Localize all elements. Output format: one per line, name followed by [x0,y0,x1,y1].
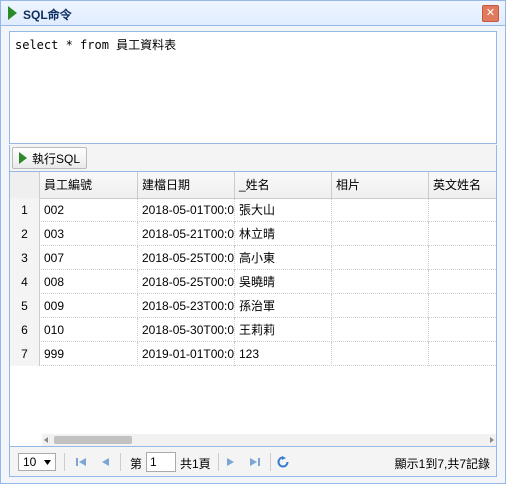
page-prefix: 第 [130,457,143,471]
window-titlebar[interactable]: SQL命令 ✕ [1,1,505,26]
table-cell[interactable] [429,318,496,342]
table-cell[interactable]: 2018-05-25T00:00:0 [138,246,235,270]
table-cell[interactable]: 2018-05-30T00:00:0 [138,318,235,342]
pager-divider [120,453,121,471]
table-cell[interactable]: 張大山 [235,198,332,222]
table-cell[interactable]: 002 [40,198,138,222]
table-cell[interactable]: 2019-01-01T00:00:0 [138,342,235,366]
table-cell[interactable] [332,270,429,294]
table-cell[interactable]: 2018-05-25T00:00:0 [138,270,235,294]
table-row[interactable]: 2 003 2018-05-21T00:00:0 林立晴 [10,222,496,246]
next-page-button[interactable] [224,454,238,470]
page-total: 共1頁 [180,457,211,471]
play-icon [8,6,17,20]
row-number: 4 [10,270,40,294]
scroll-right-icon[interactable] [490,437,494,443]
table-cell[interactable]: 009 [40,294,138,318]
result-grid: 員工編號 建檔日期 _姓名 相片 英文姓名 1 002 2018-05-01T0… [9,171,497,447]
table-cell[interactable] [429,246,496,270]
table-cell[interactable]: 007 [40,246,138,270]
table-cell[interactable]: 高小東 [235,246,332,270]
table-cell[interactable]: 王莉莉 [235,318,332,342]
sql-text: select * from 員工資料表 [15,38,177,52]
table-row[interactable]: 5 009 2018-05-23T00:00:0 孫治軍 [10,294,496,318]
prev-page-button[interactable] [98,454,112,470]
pager-divider [218,453,219,471]
window-title: SQL命令 [23,8,72,22]
sql-toolbar: 執行SQL [9,145,497,171]
refresh-button[interactable] [276,454,290,470]
table-cell[interactable] [429,222,496,246]
page-number-input[interactable]: 1 [146,452,176,472]
row-number-header [10,172,40,198]
close-button[interactable]: ✕ [482,5,499,22]
last-page-button[interactable] [248,454,262,470]
table-row[interactable]: 7 999 2019-01-01T00:00:0 123 [10,342,496,366]
page-size-select[interactable]: 10 [18,453,56,471]
row-number: 6 [10,318,40,342]
sql-editor[interactable]: select * from 員工資料表 [9,31,497,144]
column-header[interactable]: 建檔日期 [138,172,235,198]
column-header[interactable]: 員工編號 [40,172,138,198]
table-row[interactable]: 1 002 2018-05-01T00:00:0 張大山 [10,198,496,222]
table-cell[interactable]: 孫治軍 [235,294,332,318]
run-sql-button[interactable]: 執行SQL [12,147,88,169]
row-number: 3 [10,246,40,270]
first-page-button[interactable] [74,454,88,470]
table-cell[interactable] [332,342,429,366]
run-sql-label: 執行SQL [32,151,81,166]
next-page-icon [227,458,234,466]
table-cell[interactable]: 林立晴 [235,222,332,246]
table-cell[interactable]: 2018-05-23T00:00:0 [138,294,235,318]
table-cell[interactable] [429,198,496,222]
table-cell[interactable]: 010 [40,318,138,342]
sql-command-window: SQL命令 ✕ select * from 員工資料表 執行SQL 員工編號 建… [0,0,506,484]
table-cell[interactable]: 2018-05-01T00:00:0 [138,198,235,222]
dropdown-arrow-icon [44,459,51,465]
table-cell[interactable]: 2018-05-21T00:00:0 [138,222,235,246]
pagination-info: 顯示1到7,共7記錄 [394,457,490,471]
table-cell[interactable] [429,342,496,366]
table-cell[interactable] [429,294,496,318]
column-header[interactable]: _姓名 [235,172,332,198]
table-cell[interactable]: 吳曉晴 [235,270,332,294]
row-number: 5 [10,294,40,318]
refresh-icon [277,456,289,468]
table-cell[interactable] [332,294,429,318]
column-header[interactable]: 英文姓名 [429,172,496,198]
table-cell[interactable] [332,246,429,270]
pager-divider [270,453,271,471]
table-cell[interactable] [332,318,429,342]
first-page-icon [76,458,86,466]
table-cell[interactable]: 999 [40,342,138,366]
scroll-left-icon[interactable] [44,437,48,443]
pager-divider [64,453,65,471]
table-cell[interactable] [429,270,496,294]
table-row[interactable]: 4 008 2018-05-25T00:00:0 吳曉晴 [10,270,496,294]
play-icon [19,152,27,164]
row-number: 2 [10,222,40,246]
column-header[interactable]: 相片 [332,172,429,198]
close-icon: ✕ [485,7,496,19]
grid-header: 員工編號 建檔日期 _姓名 相片 英文姓名 [10,172,496,199]
last-page-icon [250,458,260,466]
page-size-value: 10 [23,455,37,469]
prev-page-icon [102,458,109,466]
table-cell[interactable] [332,222,429,246]
table-cell[interactable]: 003 [40,222,138,246]
table-row[interactable]: 6 010 2018-05-30T00:00:0 王莉莉 [10,318,496,342]
scroll-thumb[interactable] [54,436,132,444]
table-cell[interactable] [332,198,429,222]
row-number: 1 [10,198,40,222]
pagination-bar: 10 第 1 共1頁 顯示1到7,共7記錄 [9,447,497,477]
row-number: 7 [10,342,40,366]
horizontal-scrollbar[interactable] [42,434,496,446]
table-cell[interactable]: 123 [235,342,332,366]
table-cell[interactable]: 008 [40,270,138,294]
table-row[interactable]: 3 007 2018-05-25T00:00:0 高小東 [10,246,496,270]
